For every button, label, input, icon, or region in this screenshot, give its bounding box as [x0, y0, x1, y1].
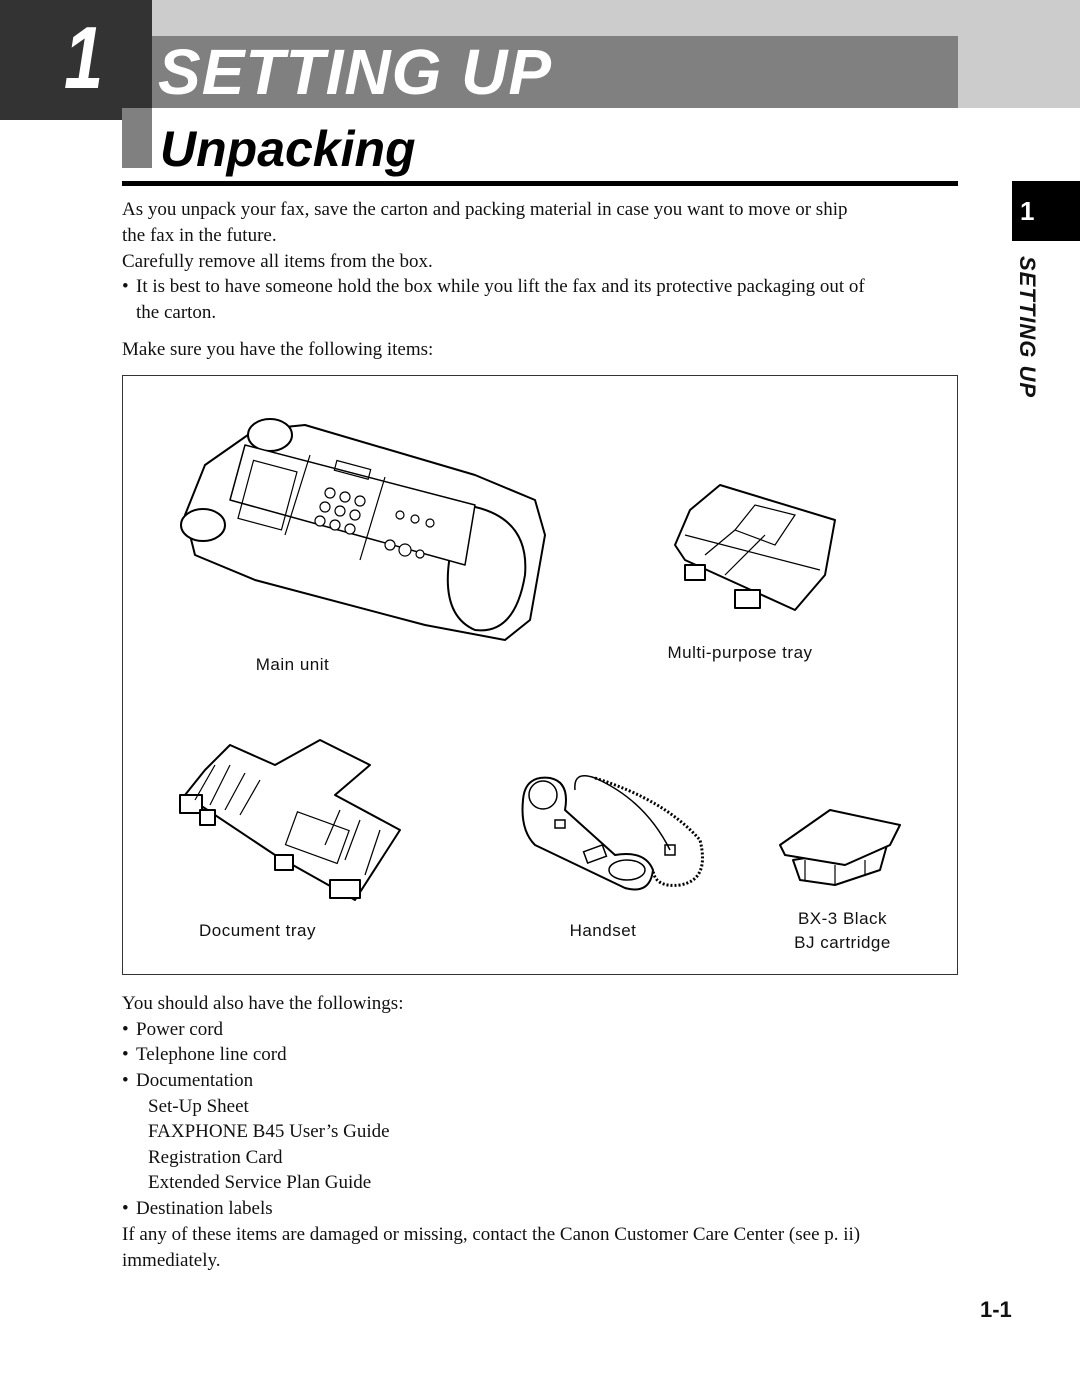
documentation-item: FAXPHONE B45 User’s Guide	[148, 1121, 390, 1142]
chapter-side-label-text: SETTING UP	[1015, 256, 1040, 399]
closing-line-1: If any of these items are damaged or mis…	[122, 1224, 861, 1245]
handset-label: Handset	[569, 921, 637, 940]
checklist-lead: Make sure you have the following items:	[122, 339, 434, 360]
chapter-side-label: SETTING UP	[1004, 256, 1044, 426]
cartridge-label-line-1: BX-3 Black	[797, 909, 888, 928]
intro-bullet-line-1: It is best to have someone hold the box …	[122, 274, 865, 300]
chapter-number: 1	[64, 8, 104, 107]
cartridge-label-line-2: BJ cartridge	[794, 933, 891, 952]
documentation-item: Set-Up Sheet	[148, 1096, 249, 1117]
intro-line-3: Carefully remove all items from the box.	[122, 251, 433, 272]
closing-line-2: immediately.	[122, 1250, 221, 1271]
fax-main-unit-illustration	[175, 405, 555, 645]
also-have-item: Documentation	[122, 1068, 253, 1094]
chapter-tab-number: 1	[1020, 196, 1035, 226]
document-tray-illustration	[175, 735, 405, 905]
intro-line-2: the fax in the future.	[122, 225, 277, 246]
multipurpose-tray-illustration	[665, 475, 840, 615]
also-have-lead: You should also have the followings:	[122, 993, 404, 1014]
section-marker	[122, 108, 152, 168]
also-have-item: Telephone line cord	[122, 1042, 287, 1068]
also-have-item: Power cord	[122, 1017, 223, 1043]
main-unit-label: Main unit	[255, 655, 330, 674]
also-have-item: Destination labels	[122, 1196, 273, 1222]
section-title: Unpacking	[160, 121, 416, 177]
document-tray-label: Document tray	[198, 921, 317, 940]
page-number: 1-1	[980, 1297, 1012, 1322]
handset-illustration	[515, 770, 710, 895]
bj-cartridge-illustration	[775, 805, 905, 885]
intro-bullet-line-2: the carton.	[136, 302, 217, 323]
intro-line-1: As you unpack your fax, save the carton …	[122, 199, 848, 220]
chapter-title: SETTING UP	[158, 36, 553, 108]
documentation-item: Registration Card	[148, 1147, 283, 1168]
documentation-item: Extended Service Plan Guide	[148, 1172, 372, 1193]
multipurpose-tray-label: Multi-purpose tray	[667, 643, 813, 662]
section-rule	[122, 181, 958, 186]
